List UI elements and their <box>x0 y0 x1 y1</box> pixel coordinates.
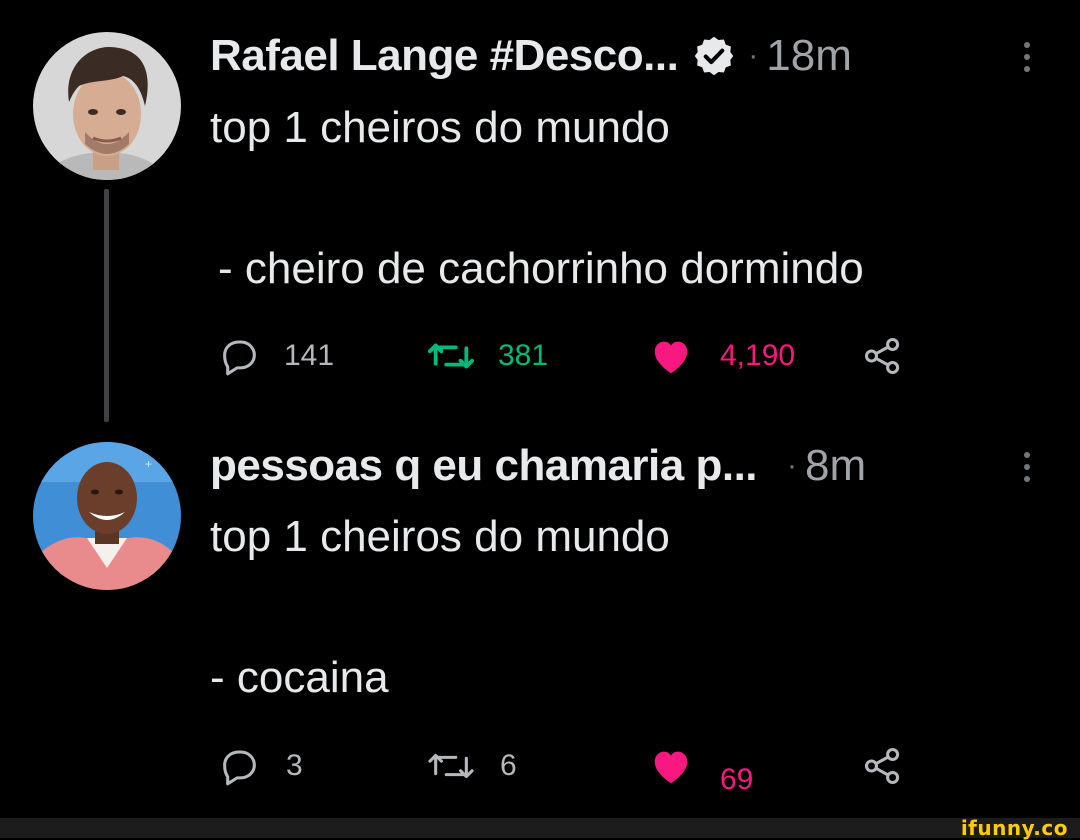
reply-count: 141 <box>284 339 335 372</box>
like-button[interactable]: 69 <box>648 736 753 796</box>
tweet-text-line: top 1 cheiros do mundo <box>210 512 670 561</box>
like-count: 69 <box>720 763 754 796</box>
tweet-actions: 3 6 69 <box>0 736 1080 796</box>
tweet-text-line: - cheiro de cachorrinho dormindo <box>218 244 864 293</box>
tweet-header: pessoas q eu chamaria p... · 8m <box>210 438 866 494</box>
verified-badge-icon <box>692 34 736 78</box>
heart-icon <box>648 333 694 379</box>
reply-icon <box>216 743 262 789</box>
timestamp[interactable]: 18m <box>766 31 852 81</box>
svg-text:+: + <box>145 457 152 471</box>
footer-bar: ifunny.co <box>0 816 1080 840</box>
like-button[interactable]: 4,190 <box>648 326 795 386</box>
more-vertical-icon[interactable] <box>1012 442 1042 492</box>
retweet-button[interactable]: 381 <box>426 326 548 386</box>
tweet-text-line: - cocaina <box>210 653 389 702</box>
retweet-button[interactable]: 6 <box>426 736 517 796</box>
ifunny-watermark: ifunny.co <box>960 816 1068 840</box>
separator-dot: · <box>787 449 798 482</box>
share-button[interactable] <box>860 326 906 386</box>
share-icon <box>860 333 906 379</box>
separator-dot: · <box>748 39 759 72</box>
reply-count: 3 <box>286 749 303 782</box>
display-name[interactable]: pessoas q eu chamaria p... <box>210 441 758 491</box>
more-vertical-icon[interactable] <box>1012 32 1042 82</box>
avatar-rafael-lange[interactable] <box>33 32 181 180</box>
like-count: 4,190 <box>720 339 796 372</box>
display-name[interactable]: Rafael Lange #Desco... <box>210 31 679 81</box>
heart-icon <box>648 743 694 789</box>
tweet-1[interactable]: Rafael Lange #Desco... · 18m top 1 cheir… <box>0 0 1080 422</box>
tweet-actions: 141 381 4,190 <box>0 326 1080 386</box>
reply-button[interactable]: 3 <box>216 736 303 796</box>
timestamp[interactable]: 8m <box>805 441 866 491</box>
share-button[interactable] <box>860 736 906 796</box>
reply-button[interactable]: 141 <box>216 326 334 386</box>
share-icon <box>860 743 906 789</box>
thread-connector-line <box>104 189 109 422</box>
retweet-icon <box>426 743 476 789</box>
retweet-count: 381 <box>498 339 549 372</box>
tweet-text-line: top 1 cheiros do mundo <box>210 103 670 152</box>
tweet-2[interactable]: + pessoas q eu chamaria p... · 8m top 1 … <box>0 420 1080 818</box>
reply-icon <box>216 333 262 379</box>
retweet-icon <box>426 333 476 379</box>
avatar-pessoas[interactable]: + <box>33 442 181 590</box>
tweet-header: Rafael Lange #Desco... · 18m <box>210 28 852 84</box>
retweet-count: 6 <box>500 749 517 782</box>
